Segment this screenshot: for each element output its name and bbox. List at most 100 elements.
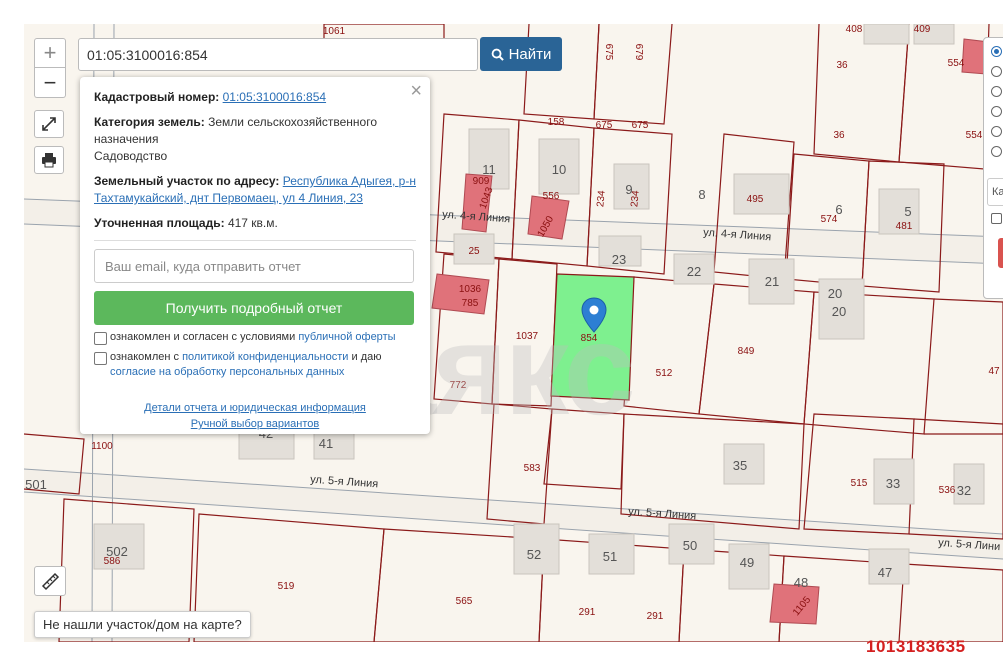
parcel-number: 556 <box>543 191 560 202</box>
parcel-number: 1100 <box>91 441 113 452</box>
parcel <box>593 24 673 125</box>
parcel-info-popup: × Кадастровый номер: 01:05:3100016:854 К… <box>80 77 430 434</box>
plus-icon: + <box>43 40 57 65</box>
expand-icon <box>42 117 56 131</box>
parcel-number: 772 <box>450 380 467 391</box>
parcel-number: 25 <box>468 246 480 257</box>
listing-id: 1013183635 <box>866 637 966 656</box>
land-category-label: Категория земель: <box>94 115 205 129</box>
parcel <box>543 408 625 490</box>
cad-number-link[interactable]: 01:05:3100016:854 <box>223 90 326 104</box>
map-pin-icon[interactable] <box>581 297 607 333</box>
house-number: 23 <box>612 252 626 267</box>
offer-consent-checkbox[interactable] <box>94 332 107 345</box>
parcel-number: 495 <box>747 194 764 205</box>
ruler-icon <box>41 572 60 591</box>
public-offer-link[interactable]: публичной оферты <box>298 331 395 343</box>
parcel-number: 512 <box>656 368 673 379</box>
parcel-number: 519 <box>278 581 295 592</box>
zoom-out-button[interactable]: − <box>34 68 66 98</box>
address-label: Земельный участок по адресу: <box>94 174 280 188</box>
house-number: 501 <box>25 477 47 492</box>
parcel-number: 675 <box>603 44 614 61</box>
not-found-button[interactable]: Не нашли участок/дом на карте? <box>34 611 251 638</box>
building <box>863 24 910 45</box>
privacy-consent-checkbox[interactable] <box>94 352 107 365</box>
parcel-number: 675 <box>596 120 613 131</box>
parcel-number: 536 <box>939 485 956 496</box>
parcel-number: 36 <box>833 130 845 141</box>
house-number: 49 <box>740 555 754 570</box>
privacy-consent-text: ознакомлен с политикой конфиденциальност… <box>110 350 382 380</box>
parcel <box>698 283 815 425</box>
cad-number-row: Кадастровый номер: 01:05:3100016:854 <box>94 89 416 106</box>
popup-footer-links: Детали отчета и юридическая информация Р… <box>94 400 416 432</box>
email-field[interactable] <box>94 249 414 283</box>
printer-icon <box>42 153 56 168</box>
house-number: 52 <box>527 547 541 562</box>
house-number: 47 <box>878 565 892 580</box>
get-report-button[interactable]: Получить подробный отчет <box>94 291 414 325</box>
layer-checkbox[interactable] <box>991 213 1002 224</box>
parcel-number: 785 <box>462 298 479 309</box>
offer-consent-label: ознакомлен и согласен с условиями <box>110 331 296 343</box>
parcel-number: 1036 <box>459 284 482 295</box>
house-number: 50 <box>683 538 697 553</box>
search-input[interactable] <box>78 38 478 71</box>
parcel-number: 1037 <box>516 331 539 342</box>
privacy-consent-label: ознакомлен с <box>110 351 180 363</box>
privacy-policy-link[interactable]: политикой конфиденциальности <box>182 351 348 363</box>
ruler-button[interactable] <box>34 566 66 596</box>
parcel-number: 515 <box>851 478 868 489</box>
house-number: 502 <box>106 544 128 559</box>
parcel-number: 408 <box>846 24 863 35</box>
layer-radio-2[interactable] <box>991 66 1002 77</box>
house-number: 35 <box>733 458 747 473</box>
offer-consent-checkbox-row[interactable]: ознакомлен и согласен с условиями публич… <box>94 330 416 345</box>
parcel-number: 234 <box>595 190 607 208</box>
search-button[interactable]: Найти <box>480 37 562 71</box>
house-number: 10 <box>552 162 566 177</box>
parcel-number: 47 <box>988 366 1000 377</box>
top-info-strip <box>0 0 1003 8</box>
privacy-consent-label-2: и даю <box>351 351 382 363</box>
layer-apply-button[interactable] <box>998 238 1003 268</box>
privacy-consent-checkbox-row[interactable]: ознакомлен с политикой конфиденциальност… <box>94 350 416 380</box>
parcel-number: 36 <box>836 60 848 71</box>
parcel-number: 158 <box>548 117 565 128</box>
parcel-number: 565 <box>456 596 473 607</box>
close-icon[interactable]: × <box>410 80 422 103</box>
parcel <box>813 24 910 163</box>
layer-radio-6[interactable] <box>991 146 1002 157</box>
personal-data-consent-link[interactable]: согласие на обработку персональных данны… <box>110 366 344 378</box>
print-button[interactable] <box>34 146 64 174</box>
manual-selection-link[interactable]: Ручной выбор вариантов <box>191 418 319 430</box>
house-number: 51 <box>603 549 617 564</box>
zoom-in-button[interactable]: + <box>34 38 66 68</box>
area-label: Уточненная площадь: <box>94 216 225 230</box>
parcel <box>899 563 1003 642</box>
house-number: 41 <box>319 436 333 451</box>
house-number: 6 <box>835 202 842 217</box>
divider <box>94 240 416 241</box>
area-row: Уточненная площадь: 417 кв.м. <box>94 215 416 232</box>
parcel-number: 554 <box>966 130 983 141</box>
parcel-number: 675 <box>632 120 649 131</box>
layer-radio-1[interactable] <box>991 46 1002 57</box>
parcel-number: 291 <box>647 611 664 622</box>
house-number: 21 <box>765 274 779 289</box>
land-category-row: Категория земель: Земли сельскохозяйстве… <box>94 114 416 165</box>
parcel-number: 1061 <box>323 26 346 37</box>
layer-radio-3[interactable] <box>991 86 1002 97</box>
report-details-link[interactable]: Детали отчета и юридическая информация <box>144 402 366 414</box>
layer-radio-5[interactable] <box>991 126 1002 137</box>
parcel-number: 583 <box>524 463 541 474</box>
house-number: 48 <box>794 575 808 590</box>
house-number: 20 <box>832 304 846 319</box>
area-value: 417 кв.м. <box>227 216 278 230</box>
house-number: 11 <box>482 162 496 177</box>
fullscreen-button[interactable] <box>34 110 64 138</box>
layer-search-input[interactable]: Ка <box>987 178 1003 206</box>
layer-radio-4[interactable] <box>991 106 1002 117</box>
address-row: Земельный участок по адресу: Республика … <box>94 173 416 207</box>
